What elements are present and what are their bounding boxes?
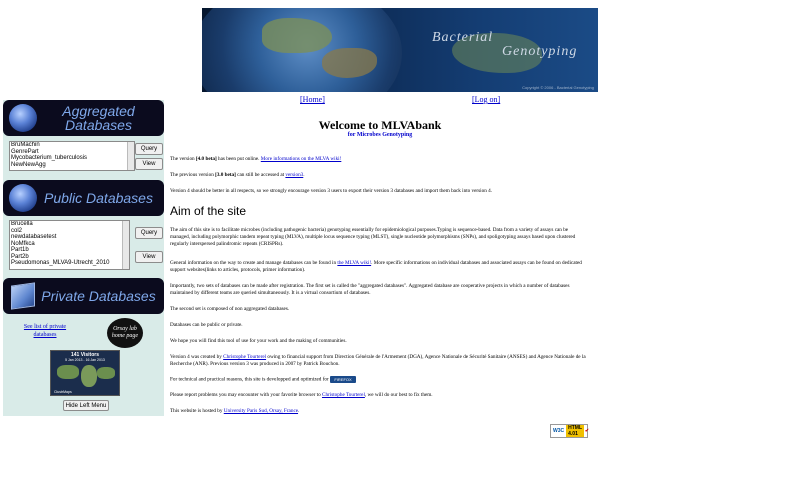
aim-heading: Aim of the site xyxy=(170,204,247,218)
aggregated-query-button[interactable]: Query xyxy=(135,143,163,155)
list-item[interactable]: Pseudomonas_MLVA9-Utrecht_2010 xyxy=(10,260,129,267)
paragraph-hosted: This website is hosted by University Par… xyxy=(170,408,300,414)
paragraph-aggregated: Importantly, two sets of databases can b… xyxy=(170,283,570,296)
hide-left-menu-button[interactable]: Hide Left Menu xyxy=(63,400,109,411)
aggregated-databases-list[interactable]: BruMachin GenrePart Mycobacterium_tuberc… xyxy=(9,141,135,171)
left-menu: Aggregated Databases BruMachin GenrePart… xyxy=(3,100,164,416)
public-databases-list[interactable]: Brucella col2 newdatabasetest NoMfkca Pa… xyxy=(9,220,130,270)
public-databases-title: Public Databases xyxy=(44,190,153,206)
public-view-button[interactable]: View xyxy=(135,251,163,263)
clustrmaps-label: ClustrMaps xyxy=(54,390,72,394)
w3c-label: W3C xyxy=(553,428,565,434)
author-link[interactable]: Christophe Tourterel xyxy=(223,354,266,360)
aggregated-databases-header: Aggregated Databases xyxy=(3,100,164,136)
home-link[interactable]: [Home] xyxy=(300,95,325,104)
aggregated-view-button[interactable]: View xyxy=(135,158,163,170)
paragraph-non-aggregated: The second set is composed of non aggreg… xyxy=(170,306,290,312)
firefox-badge[interactable]: FIREFOX xyxy=(330,376,357,383)
aggregated-databases-title: Aggregated Databases xyxy=(62,103,135,133)
report-author-link[interactable]: Christophe Tourterel xyxy=(322,392,365,398)
visitor-map[interactable]: 141 Visitors 5 Jan 2013 - 16 Jan 2013 Cl… xyxy=(50,350,120,396)
cube-icon xyxy=(11,282,35,310)
paragraph-general-info: General information on the way to create… xyxy=(170,260,582,273)
checkmark-icon: ✔ xyxy=(584,428,590,434)
globe-icon xyxy=(9,104,37,132)
university-link[interactable]: University Paris Sud, Orsay, France xyxy=(224,408,298,414)
paragraph-version3: The previous version [3.0 beta] can stil… xyxy=(170,172,305,178)
paragraph-public-private: Databases can be public or private. xyxy=(170,322,243,328)
mlva-wiki-link-2[interactable]: the MLVA wiki! xyxy=(337,260,371,266)
version3-link[interactable]: version3 xyxy=(285,172,303,178)
paragraph-version4: The version [4.0 beta] has been put onli… xyxy=(170,156,342,162)
site-banner: Bacterial Genotyping Copyright © 2006 - … xyxy=(202,8,598,92)
paragraph-upgrade: Version 4 should be better in all respec… xyxy=(170,188,492,194)
paragraph-report: Please report problems you may encounter… xyxy=(170,392,433,398)
banner-word-1: Bacterial xyxy=(432,30,494,45)
globe-icon xyxy=(9,184,37,212)
paragraph-hope: We hope you will find this tool of use f… xyxy=(170,338,347,344)
list-item[interactable]: NewNewAgg xyxy=(10,162,134,169)
banner-copyright: Copyright © 2006 - Bacterial Genotyping xyxy=(522,85,594,90)
private-databases-title: Private Databases xyxy=(41,288,156,304)
paragraph-aim: The aim of this site is to facilitate mi… xyxy=(170,227,576,247)
private-databases-header: Private Databases xyxy=(3,278,164,314)
page-subtitle: for Microbes Genotyping xyxy=(347,132,413,138)
see-private-databases-link[interactable]: See list of private databases xyxy=(13,323,77,339)
w3c-html-badge[interactable]: W3C HTML 4.01 ✔ xyxy=(550,424,590,438)
public-query-button[interactable]: Query xyxy=(135,227,163,239)
paragraph-credits: Version 4 was created by Christophe Tour… xyxy=(170,354,586,367)
html-version-label: HTML 4.01 xyxy=(566,425,584,437)
scrollbar[interactable] xyxy=(122,221,129,269)
paragraph-optimized: For technical and practical reasons, thi… xyxy=(170,376,588,384)
page-title: Welcome to MLVAbank xyxy=(318,118,442,132)
scrollbar[interactable] xyxy=(127,142,134,170)
mlva-wiki-link[interactable]: More informations on the MLVA wiki! xyxy=(261,156,342,162)
public-databases-header: Public Databases xyxy=(3,180,164,216)
visitor-dates: 5 Jan 2013 - 16 Jan 2013 xyxy=(65,358,105,362)
orsay-lab-home-link[interactable]: Orsay lab home page xyxy=(107,318,143,348)
login-link[interactable]: [Log on] xyxy=(472,95,500,104)
banner-word-2: Genotyping xyxy=(502,44,578,59)
